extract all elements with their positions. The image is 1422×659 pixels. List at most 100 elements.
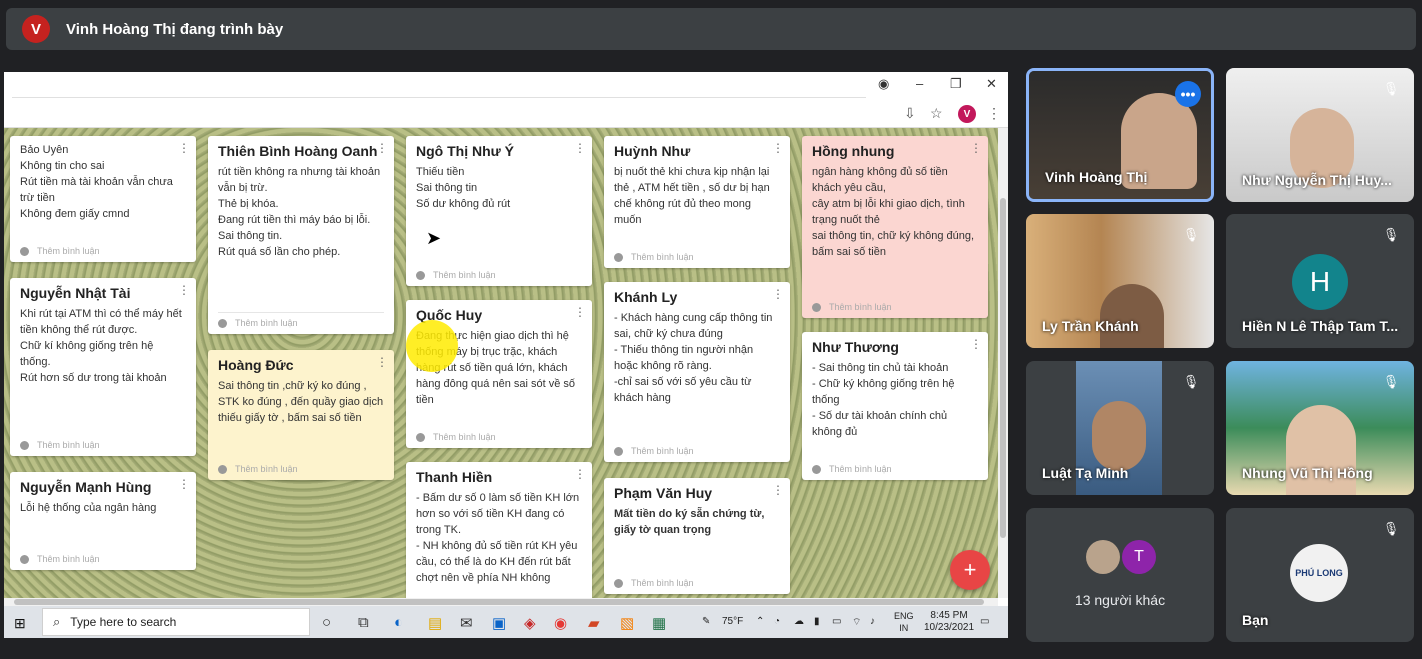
- network-icon[interactable]: ◔: [774, 616, 780, 627]
- add-comment[interactable]: Thêm bình luận: [218, 464, 298, 474]
- add-comment[interactable]: Thêm bình luận: [20, 440, 100, 450]
- language-indicator[interactable]: ENG IN: [894, 610, 914, 634]
- mail-icon[interactable]: ✉: [460, 614, 473, 632]
- more-icon[interactable]: ⋮: [772, 483, 784, 497]
- lang-line1: ENG: [894, 611, 914, 621]
- others-tile[interactable]: T 13 người khác: [1026, 508, 1214, 642]
- more-icon[interactable]: ⋮: [178, 141, 190, 155]
- app-icon[interactable]: ◈: [524, 614, 536, 632]
- post-title: Huỳnh Như: [614, 143, 691, 159]
- scroll-thumb[interactable]: [14, 599, 984, 605]
- mic-tray-icon[interactable]: ▮: [814, 616, 820, 627]
- participant-tile[interactable]: 🎙︎ Luật Tạ Minh: [1026, 361, 1214, 495]
- add-comment[interactable]: Thêm bình luận: [416, 270, 496, 280]
- taskbar-clock[interactable]: 8:45 PM 10/23/2021: [924, 610, 974, 634]
- restore-icon[interactable]: ❐: [950, 76, 962, 92]
- vertical-scrollbar[interactable]: [998, 128, 1008, 598]
- notification-icon[interactable]: ▭: [980, 616, 989, 627]
- post-title: Thanh Hiền: [416, 469, 493, 485]
- user-icon: [614, 252, 623, 262]
- bookmark-star-icon[interactable]: ☆: [930, 105, 943, 122]
- profile-avatar[interactable]: V: [958, 105, 976, 123]
- post-card[interactable]: Như Thương - Sai thông tin chủ tài khoản…: [802, 332, 988, 480]
- battery-icon[interactable]: ▭: [832, 616, 841, 627]
- post-card[interactable]: Thanh Hiền - Bấm dư số 0 làm số tiền KH …: [406, 462, 592, 598]
- add-comment[interactable]: Thêm bình luận: [20, 554, 100, 564]
- presenter-avatar: V: [22, 15, 50, 43]
- more-icon[interactable]: ⋮: [772, 287, 784, 301]
- volume-icon[interactable]: ♪: [870, 616, 875, 627]
- mic-off-icon: 🎙︎: [1382, 374, 1400, 389]
- install-icon[interactable]: ⇩: [904, 105, 916, 122]
- post-card[interactable]: Phạm Văn Huy Mất tiền do ký sẵn chứng từ…: [604, 478, 790, 594]
- post-card[interactable]: Khánh Ly - Khách hàng cung cấp thông tin…: [604, 282, 790, 462]
- horizontal-scrollbar[interactable]: [4, 598, 998, 606]
- user-icon: [812, 464, 821, 474]
- participant-tile[interactable]: 🎙︎ Như Nguyễn Thị Huy...: [1226, 68, 1414, 202]
- post-card[interactable]: Nguyễn Nhật Tài Khi rút tại ATM thì có t…: [10, 278, 196, 456]
- cloud-icon[interactable]: ☁: [794, 616, 804, 627]
- self-tile[interactable]: PHÚ LONG 🎙︎ Bạn: [1226, 508, 1414, 642]
- company-logo: PHÚ LONG: [1290, 544, 1348, 602]
- post-card[interactable]: Hồng nhung ngân hàng không đủ số tiền kh…: [802, 136, 988, 318]
- wifi-icon[interactable]: ⌔: [852, 616, 861, 629]
- more-icon[interactable]: ⋮: [178, 283, 190, 297]
- comment-label: Thêm bình luận: [631, 252, 694, 262]
- chevron-up-icon[interactable]: ⌃: [756, 616, 764, 627]
- more-icon[interactable]: ⋮: [772, 141, 784, 155]
- post-card[interactable]: Thiên Bình Hoàng Oanh rút tiền không ra …: [208, 136, 394, 334]
- address-bar[interactable]: [12, 76, 866, 98]
- participant-tile[interactable]: ••• Vinh Hoàng Thị: [1026, 68, 1214, 202]
- edge-icon[interactable]: ◐: [394, 614, 403, 631]
- app-orange-icon[interactable]: ▧: [620, 614, 634, 632]
- cortana-icon[interactable]: ○: [322, 614, 331, 631]
- participant-tile[interactable]: 🎙︎ Nhung Vũ Thị Hồng: [1226, 361, 1414, 495]
- task-view-icon[interactable]: ⧉: [358, 614, 369, 631]
- more-icon[interactable]: ⋮: [574, 141, 586, 155]
- excel-icon[interactable]: ▦: [652, 614, 666, 632]
- pen-icon[interactable]: ✎: [702, 616, 710, 627]
- post-card[interactable]: Nguyễn Mạnh Hùng Lỗi hệ thống của ngân h…: [10, 472, 196, 570]
- add-comment[interactable]: Thêm bình luận: [812, 464, 892, 474]
- more-options-icon[interactable]: •••: [1175, 81, 1201, 107]
- participant-tile[interactable]: H 🎙︎ Hiền N Lê Thập Tam T...: [1226, 214, 1414, 348]
- add-comment[interactable]: Thêm bình luận: [416, 432, 496, 442]
- participant-tile[interactable]: 🎙︎ Ly Trần Khánh: [1026, 214, 1214, 348]
- add-comment[interactable]: Thêm bình luận: [812, 302, 892, 312]
- more-icon[interactable]: ⋮: [376, 355, 388, 369]
- powerpoint-icon[interactable]: ▰: [588, 614, 600, 632]
- file-explorer-icon[interactable]: ▤: [428, 614, 442, 632]
- add-post-button[interactable]: +: [950, 550, 990, 590]
- more-icon[interactable]: ⋮: [574, 305, 586, 319]
- participant-name: Như Nguyễn Thị Huy...: [1242, 172, 1392, 188]
- more-icon[interactable]: ⋮: [574, 467, 586, 481]
- add-comment[interactable]: Thêm bình luận: [218, 312, 384, 328]
- record-icon[interactable]: ◉: [878, 76, 889, 92]
- user-icon: [812, 302, 821, 312]
- add-comment[interactable]: Thêm bình luận: [614, 252, 694, 262]
- lang-line2: IN: [899, 623, 909, 633]
- store-icon[interactable]: ▣: [492, 614, 506, 632]
- taskbar-search[interactable]: ⌕ Type here to search: [42, 608, 310, 636]
- more-icon[interactable]: ⋮: [376, 141, 388, 155]
- participant-face: [1100, 284, 1164, 348]
- add-comment[interactable]: Thêm bình luận: [20, 246, 100, 256]
- more-icon[interactable]: ⋮: [970, 141, 982, 155]
- comment-label: Thêm bình luận: [829, 302, 892, 312]
- more-icon[interactable]: ⋮: [178, 477, 190, 491]
- windows-start-icon[interactable]: ⊞: [14, 615, 26, 632]
- post-card[interactable]: Huỳnh Như bị nuốt thẻ khi chưa kịp nhận …: [604, 136, 790, 268]
- more-icon[interactable]: ⋮: [970, 337, 982, 351]
- minimize-icon[interactable]: –: [916, 76, 923, 91]
- close-icon[interactable]: ✕: [986, 76, 997, 92]
- participant-name: Bạn: [1242, 612, 1269, 628]
- shared-screen: ◉ – ❐ ✕ ⇩ ☆ ⋮ V Bảo Uyên Không tin cho s…: [4, 72, 1008, 638]
- chrome-icon[interactable]: ◉: [554, 614, 567, 632]
- post-card[interactable]: Hoàng Đức Sai thông tin ,chữ ký ko đúng …: [208, 350, 394, 480]
- post-card[interactable]: Ngô Thị Như Ý Thiếu tiền Sai thông tin S…: [406, 136, 592, 286]
- post-card[interactable]: Bảo Uyên Không tin cho sai Rút tiền mà t…: [10, 136, 196, 262]
- add-comment[interactable]: Thêm bình luận: [614, 446, 694, 456]
- menu-dots-icon[interactable]: ⋮: [987, 105, 1001, 122]
- scroll-thumb[interactable]: [1000, 198, 1006, 538]
- add-comment[interactable]: Thêm bình luận: [614, 578, 694, 588]
